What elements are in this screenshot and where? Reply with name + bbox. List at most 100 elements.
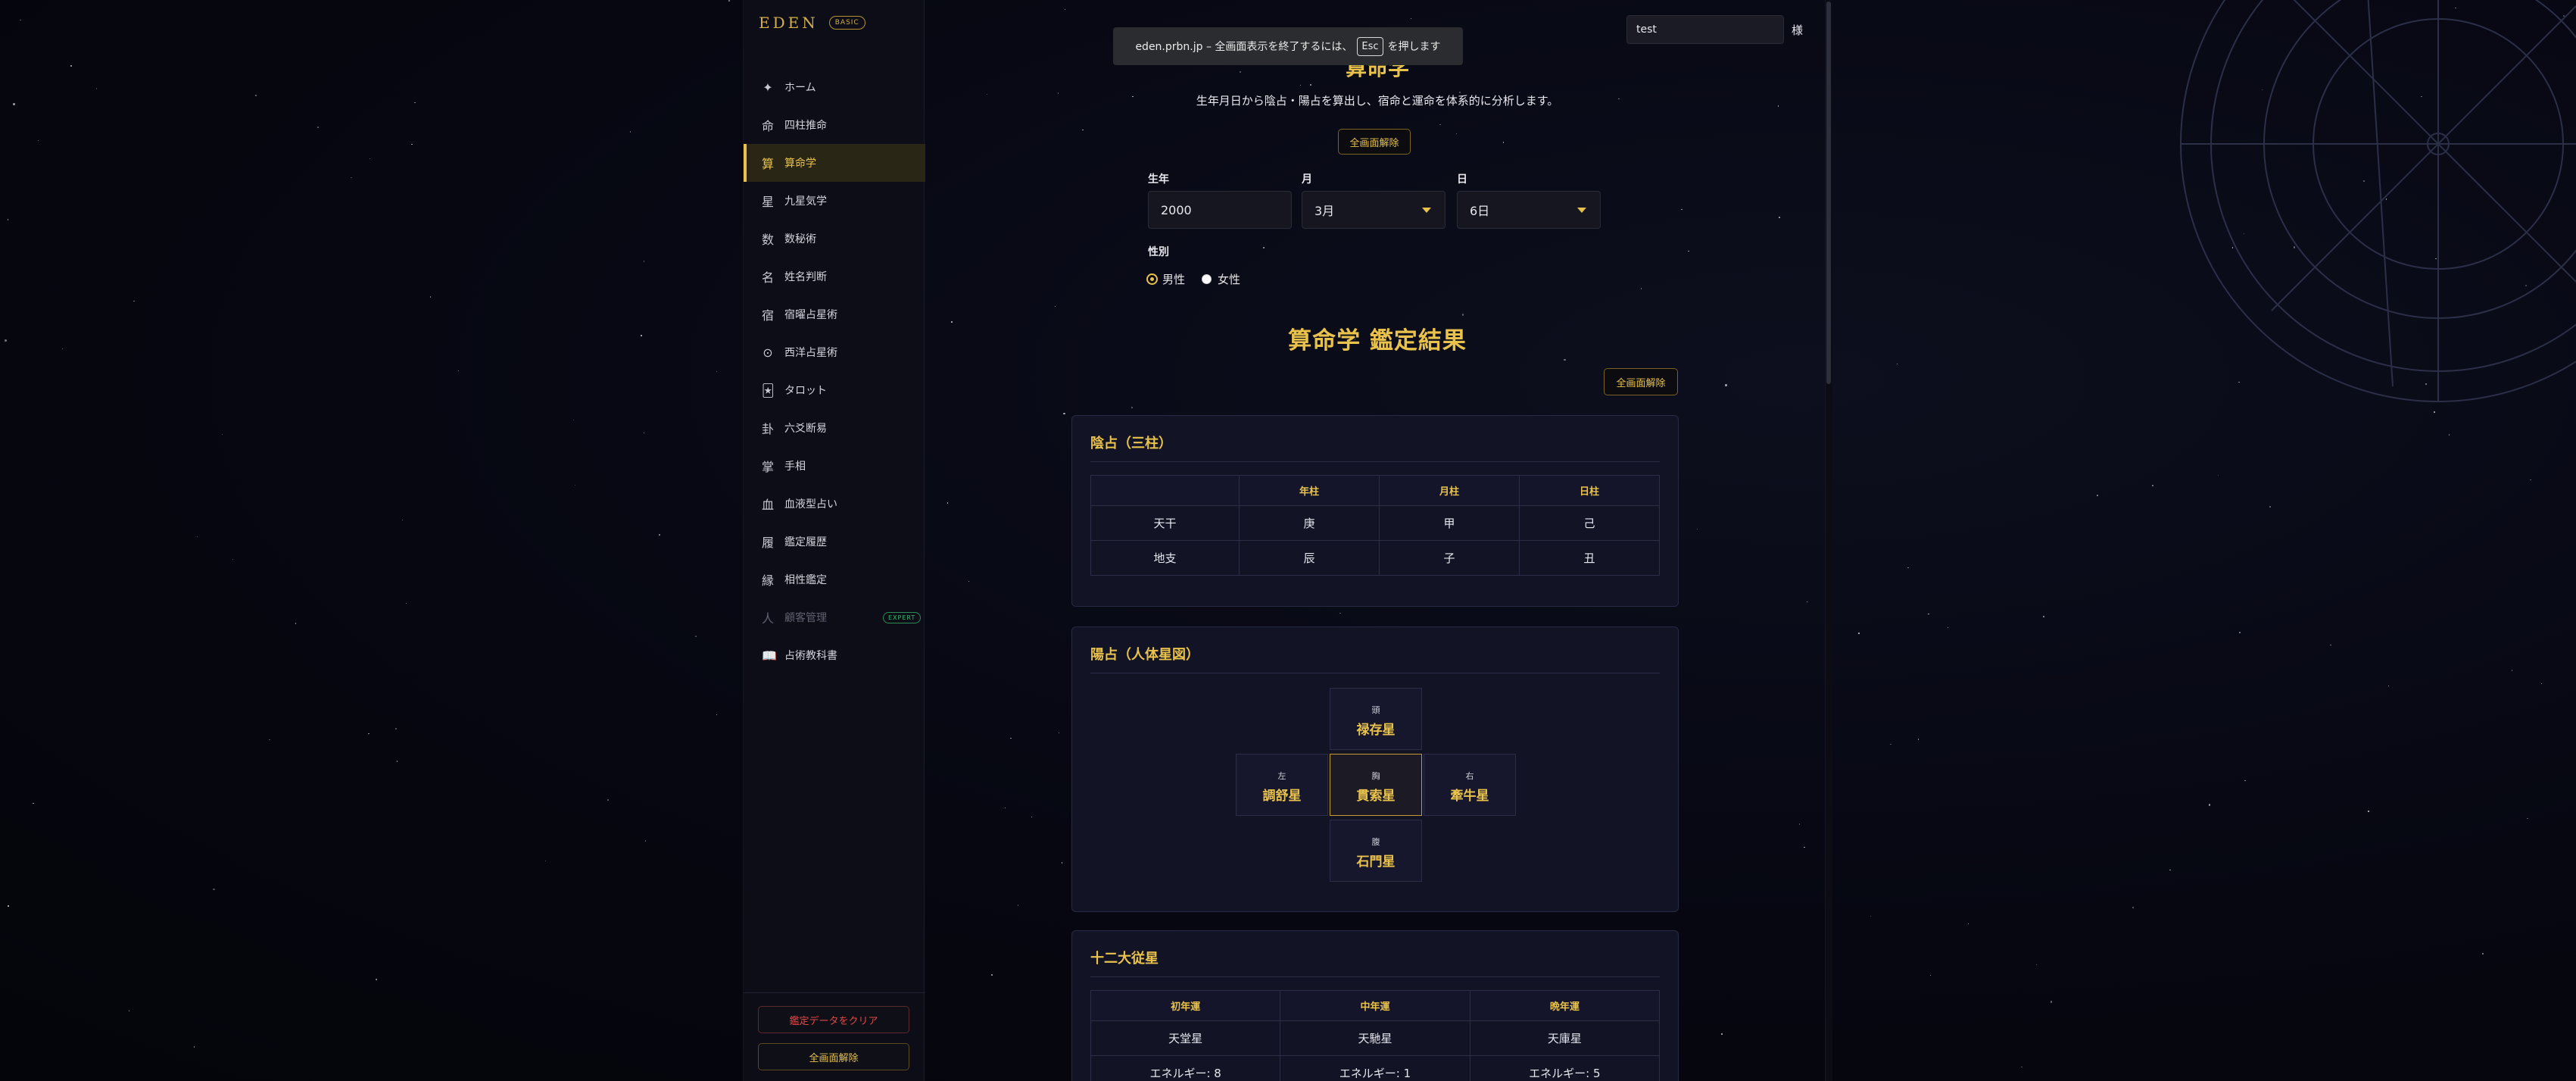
sidebar-item-label: 占術教科書	[784, 650, 837, 662]
sidebar-item-label: 算命学	[784, 158, 816, 170]
card-divider	[1090, 976, 1660, 977]
star-name: 牽牛星	[1450, 789, 1489, 804]
star-dot	[641, 335, 642, 336]
star-dot	[2097, 495, 2098, 496]
star-dot	[396, 761, 398, 762]
inzen-table: 年柱 月柱 日柱 天干 庚 甲 己 地支 辰 子 丑	[1090, 475, 1660, 576]
sidebar-item-label: タロット	[784, 385, 827, 397]
sidebar-item-label: 宿曜占星術	[784, 309, 837, 321]
sidebar-item-sanmeigaku[interactable]: 算算命学	[744, 144, 925, 182]
star-cell-right: 右 牽牛星	[1424, 754, 1516, 816]
sidebar-item-western-astrology[interactable]: ⊙ 西洋占星術	[744, 333, 925, 371]
day-select[interactable]: 6日	[1457, 191, 1601, 229]
sidebar-item-tarot[interactable]: 🃏 タロット	[744, 371, 925, 409]
star-dot	[2527, 817, 2528, 820]
table-cell: 庚	[1239, 505, 1380, 541]
honorific-suffix: 様	[1792, 23, 1804, 37]
sidebar-item-textbook[interactable]: 📖 占術教科書	[744, 636, 925, 674]
scrollbar-thumb[interactable]	[1826, 2, 1831, 384]
star-dot	[369, 158, 371, 160]
star-dot	[2387, 685, 2390, 687]
sidebar-item-sukuyo[interactable]: 宿宿曜占星術	[744, 295, 925, 333]
star-dot	[716, 370, 718, 373]
juudai-header-row: 初年運 中年運 晩年運	[1090, 990, 1661, 1021]
toast-text-after: を押します	[1387, 41, 1441, 53]
sidebar-item-customers[interactable]: 人顧客管理 EXPERT	[744, 598, 925, 636]
star-dot	[401, 519, 404, 521]
western-astrology-icon: ⊙	[763, 345, 773, 360]
home-icon: ✦	[763, 80, 773, 95]
gender-option-female[interactable]: 女性	[1202, 271, 1240, 287]
year-input[interactable]: 2000	[1148, 191, 1292, 229]
chevron-down-icon	[1577, 208, 1586, 213]
sidebar-item-compatibility[interactable]: 縁相性鑑定	[744, 561, 925, 598]
month-label: 月	[1302, 173, 1312, 186]
sidebar-item-shichu-suimei[interactable]: 命四柱推命	[744, 106, 925, 144]
table-row: 天堂星 天馳星 天庫星	[1090, 1020, 1661, 1056]
radio-unchecked-icon[interactable]	[1202, 274, 1212, 284]
sidebar-item-numerology[interactable]: 数数秘術	[744, 220, 925, 258]
star-dot	[643, 261, 645, 262]
star-dot	[1947, 626, 1949, 629]
star-dot	[2132, 907, 2134, 908]
sidebar-item-seimei-handan[interactable]: 名姓名判断	[744, 258, 925, 295]
brand[interactable]: EDEN BASIC	[759, 14, 865, 32]
star-dot	[2043, 616, 2044, 617]
star-dot	[20, 19, 21, 21]
month-select[interactable]: 3月	[1302, 191, 1445, 229]
star-dot	[2244, 780, 2246, 782]
year-label: 生年	[1148, 173, 1169, 186]
star-name: 禄存星	[1356, 723, 1396, 738]
exit-fullscreen-sidebar-button[interactable]: 全画面解除	[758, 1043, 909, 1070]
yozen-title: 陽占（人体星図）	[1090, 647, 1199, 663]
star-dot	[1890, 743, 1891, 745]
star-dot	[2217, 474, 2219, 476]
gender-option-label: 男性	[1162, 273, 1186, 286]
inzen-header-cell: 月柱	[1379, 475, 1520, 506]
star-dot	[429, 296, 431, 298]
exit-fullscreen-result-button[interactable]: 全画面解除	[1604, 368, 1678, 395]
kyusei-kigaku-icon: 星	[762, 195, 775, 209]
star-dot	[574, 484, 576, 486]
sidebar-item-label: 四柱推命	[784, 120, 827, 132]
clear-data-button[interactable]: 鑑定データをクリア	[758, 1006, 909, 1033]
sidebar-item-home[interactable]: ✦ ホーム	[744, 68, 925, 106]
gender-option-male[interactable]: 男性	[1148, 271, 1185, 287]
star-dot	[411, 143, 413, 145]
position-label: 胸	[1371, 771, 1380, 781]
star-dot	[2152, 485, 2153, 486]
table-row: 天干 庚 甲 己	[1090, 505, 1660, 541]
star-dot	[2035, 964, 2038, 966]
star-dot	[13, 103, 15, 105]
day-label: 日	[1457, 173, 1467, 186]
star-dot	[2169, 869, 2171, 871]
table-cell: 己	[1519, 505, 1660, 541]
star-dot	[133, 300, 135, 302]
gender-option-label: 女性	[1218, 273, 1241, 286]
inzen-title: 陰占（三柱）	[1090, 436, 1172, 451]
star-dot	[2269, 506, 2271, 508]
brand-logo: EDEN	[759, 14, 819, 32]
sidebar-item-label: 九星気学	[784, 195, 827, 208]
chevron-down-icon	[1422, 208, 1431, 213]
sidebar-item-rikko[interactable]: 卦六爻断易	[744, 409, 925, 447]
sidebar-item-history[interactable]: 履鑑定履歴	[744, 523, 925, 561]
sidebar-item-label: 手相	[784, 461, 806, 473]
star-dot	[255, 95, 257, 96]
customer-name-input[interactable]: test	[1626, 15, 1784, 44]
sidebar-item-label: ホーム	[784, 82, 816, 94]
star-dot	[368, 733, 370, 735]
star-dot	[607, 799, 609, 801]
radio-checked-icon[interactable]	[1148, 275, 1156, 283]
sidebar-item-kyusei-kigaku[interactable]: 星九星気学	[744, 182, 925, 220]
seimei-handan-icon: 名	[762, 270, 775, 285]
star-dot	[128, 1010, 130, 1012]
plan-badge: BASIC	[828, 16, 865, 30]
sidebar-item-palmistry[interactable]: 掌手相	[744, 447, 925, 485]
sidebar-item-blood-type[interactable]: 血血液型占い	[744, 485, 925, 523]
juudai-card: 十二大従星 初年運 中年運 晩年運 天堂星 天馳星 天庫星 エネルギー: 8 エ…	[1071, 930, 1679, 1081]
exit-fullscreen-button[interactable]: 全画面解除	[1338, 129, 1411, 155]
star-dot	[317, 127, 319, 128]
tarot-icon: 🃏	[762, 383, 775, 398]
inzen-header-row: 年柱 月柱 日柱	[1090, 475, 1660, 506]
